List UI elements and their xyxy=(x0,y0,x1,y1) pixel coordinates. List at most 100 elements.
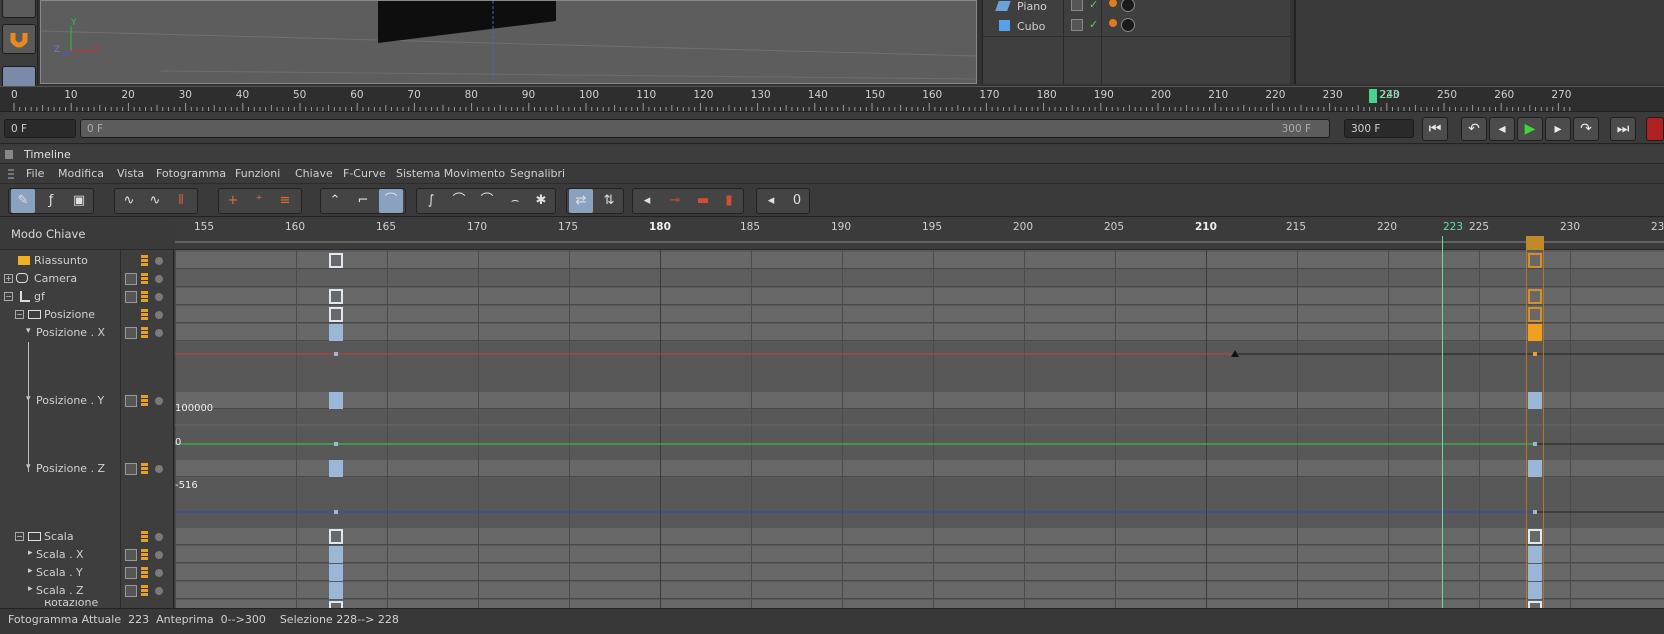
solo-dot[interactable] xyxy=(155,257,163,265)
menu-file[interactable]: File xyxy=(26,167,44,180)
object-key[interactable] xyxy=(329,289,343,304)
layer-box[interactable] xyxy=(125,327,137,339)
solo-dot[interactable] xyxy=(155,329,163,337)
playhead-line[interactable] xyxy=(1442,236,1443,608)
channel-row-scala-y[interactable]: ▸ Scala . Y xyxy=(0,564,174,582)
menu-vista[interactable]: Vista xyxy=(117,167,144,180)
collapse-icon[interactable]: − xyxy=(4,292,13,301)
scale-keys-button[interactable]: ⇅ xyxy=(597,189,621,213)
step-interp-button[interactable]: ⌐ xyxy=(351,189,375,213)
solo-dot[interactable] xyxy=(155,275,163,283)
summary-key-selected[interactable] xyxy=(1528,253,1542,268)
check-icon[interactable]: ✓ xyxy=(1089,18,1098,31)
scale-x-key-selected[interactable] xyxy=(1528,546,1542,563)
solo-dot[interactable] xyxy=(155,465,163,473)
auto-tangent-button[interactable]: ⌢ xyxy=(503,189,527,213)
layer-box[interactable] xyxy=(125,549,137,561)
magnet-tool-button[interactable] xyxy=(2,24,36,54)
channel-row-gf[interactable]: − gf xyxy=(0,288,174,306)
go-to-end-button[interactable]: ⏭ xyxy=(1610,117,1636,141)
scale-key-selected[interactable] xyxy=(1528,529,1542,544)
key-track-icon[interactable] xyxy=(141,585,148,597)
key-mode-button[interactable]: ✎ xyxy=(11,189,35,213)
previous-key-button[interactable]: ↶ xyxy=(1461,117,1487,141)
summary-key[interactable] xyxy=(329,253,343,268)
start-frame-field[interactable]: 0 F xyxy=(4,119,76,138)
key-track-icon[interactable] xyxy=(141,291,148,303)
preview-range-slider[interactable]: 0 F 300 F xyxy=(80,119,1330,138)
play-button[interactable]: ▶ xyxy=(1517,117,1543,141)
go-to-start-button[interactable]: ⏮ xyxy=(1422,117,1448,141)
channel-row-posizione[interactable]: − Posizione xyxy=(0,306,174,324)
key-track-icon[interactable] xyxy=(141,395,148,407)
key-track-icon[interactable] xyxy=(141,567,148,579)
key-track-icon[interactable] xyxy=(141,549,148,561)
record-button[interactable] xyxy=(1646,117,1664,141)
layer-box[interactable] xyxy=(125,567,137,579)
layer-icon[interactable] xyxy=(1071,19,1083,31)
position-key[interactable] xyxy=(329,307,343,322)
scale-x-key[interactable] xyxy=(329,546,343,563)
zero-angle-button[interactable]: ◂ xyxy=(759,189,783,213)
layer-box[interactable] xyxy=(125,291,137,303)
curve-view-button[interactable]: ∿ xyxy=(117,189,141,213)
add-key-button[interactable]: + xyxy=(221,189,245,213)
menu-segnalibri[interactable]: Segnalibri xyxy=(510,167,565,180)
solo-dot[interactable] xyxy=(155,293,163,301)
layer-icon[interactable] xyxy=(1071,0,1083,11)
position-y-key-selected[interactable] xyxy=(1528,392,1542,409)
dope-sheet[interactable]: 155 160 165 170 175 180 185 190 195 200 … xyxy=(175,218,1664,608)
collapse-icon[interactable]: − xyxy=(15,310,24,319)
layer-box[interactable] xyxy=(125,395,137,407)
key-track-icon[interactable] xyxy=(141,463,148,475)
track-collapsed-icon[interactable]: ▸ xyxy=(28,566,33,576)
expand-icon[interactable]: + xyxy=(4,274,13,283)
add-key-all-button[interactable]: ≡ xyxy=(273,189,297,213)
step-back-button[interactable]: ◂ xyxy=(1489,117,1515,141)
menu-sistema-movimento[interactable]: Sistema Movimento xyxy=(396,167,505,180)
channel-row-posizione-x[interactable]: ▾ Posizione . X xyxy=(0,324,174,342)
panel-grip-icon[interactable] xyxy=(5,150,13,159)
linear-interp-button[interactable]: ⌃ xyxy=(323,189,347,213)
add-keys-button[interactable]: ⁺ xyxy=(247,189,271,213)
menu-chiave[interactable]: Chiave xyxy=(295,167,333,180)
layer-box[interactable] xyxy=(125,273,137,285)
break-tangent-button[interactable]: ✱ xyxy=(529,189,553,213)
rotation-key-selected[interactable] xyxy=(1528,601,1542,608)
ease-in-out-button[interactable]: ∫ xyxy=(419,189,443,213)
channel-row-posizione-z[interactable]: ▾ Posizione . Z xyxy=(0,460,174,478)
object-row-piano[interactable]: Piano ✓ xyxy=(987,0,1287,17)
lock-value-button[interactable]: ▬ xyxy=(691,189,715,213)
channel-row-riassunto[interactable]: Riassunto xyxy=(0,252,174,270)
solo-dot[interactable] xyxy=(155,533,163,541)
playhead-marker[interactable] xyxy=(1369,89,1377,103)
channel-row-posizione-y[interactable]: ▾ Posizione . Y xyxy=(0,392,174,410)
curve-normalize-button[interactable]: ∿ xyxy=(143,189,167,213)
spline-interp-button[interactable]: ⌒ xyxy=(379,189,403,213)
collapse-icon[interactable]: − xyxy=(15,532,24,541)
channel-row-scala-z[interactable]: ▸ Scala . Z xyxy=(0,582,174,600)
scale-y-key-selected[interactable] xyxy=(1528,564,1542,581)
lock-key-button[interactable]: ▮ xyxy=(717,189,741,213)
rotation-key[interactable] xyxy=(329,601,343,608)
object-row-cubo[interactable]: Cubo ✓ xyxy=(987,17,1287,36)
material-icon[interactable] xyxy=(1121,0,1135,12)
main-time-ruler[interactable]: 0 10 20 30 40 50 60 70 80 90 100 110 120 130 140 150 160… xyxy=(0,86,1664,112)
fcurve-mode-button[interactable]: ƒ xyxy=(39,189,63,213)
channel-row-rotazione[interactable]: Rotazione xyxy=(0,600,174,608)
zero-length-button[interactable]: 0 xyxy=(785,189,809,213)
ease-in-button[interactable]: ⌒ xyxy=(447,189,471,213)
menu-fotogramma[interactable]: Fotogramma xyxy=(156,167,226,180)
layer-box[interactable] xyxy=(125,463,137,475)
position-y-key[interactable] xyxy=(329,392,343,409)
channel-row-scala-x[interactable]: ▸ Scala . X xyxy=(0,546,174,564)
menu-funzioni[interactable]: Funzioni xyxy=(235,167,280,180)
material-icon[interactable] xyxy=(1121,18,1135,32)
motion-mode-button[interactable]: ▣ xyxy=(67,189,91,213)
solo-dot[interactable] xyxy=(155,397,163,405)
track-collapsed-icon[interactable]: ▸ xyxy=(28,584,33,594)
snap-button[interactable]: ⇄ xyxy=(569,189,593,213)
menu-modifica[interactable]: Modifica xyxy=(58,167,104,180)
step-forward-button[interactable]: ▸ xyxy=(1545,117,1571,141)
tag-icon[interactable] xyxy=(1109,19,1117,27)
